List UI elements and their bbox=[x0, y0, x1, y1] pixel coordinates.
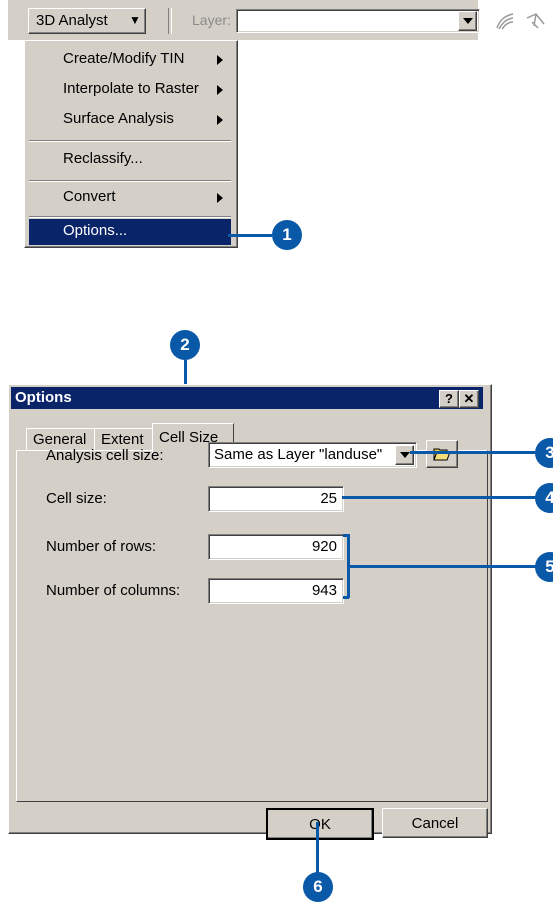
toolbar-separator bbox=[168, 8, 172, 34]
menu-item-label: Options... bbox=[63, 222, 128, 239]
layer-dropdown-button[interactable] bbox=[458, 11, 477, 31]
3d-analyst-dropdown-menu: Create/Modify TIN Interpolate to Raster … bbox=[24, 40, 238, 248]
menu-item-options[interactable]: Options... bbox=[29, 219, 231, 245]
analysis-cell-size-dropdown-button[interactable] bbox=[395, 445, 414, 465]
close-button[interactable]: ✕ bbox=[459, 390, 479, 408]
cancel-button[interactable]: Cancel bbox=[382, 808, 488, 838]
submenu-arrow-icon bbox=[217, 85, 223, 95]
cell-size-input[interactable]: 25 bbox=[208, 486, 344, 512]
columns-label: Number of columns: bbox=[46, 582, 181, 599]
callout-5: 5 bbox=[535, 552, 553, 582]
menu-item-create-modify-tin[interactable]: Create/Modify TIN bbox=[29, 45, 231, 75]
callout-5-line bbox=[349, 565, 540, 568]
submenu-arrow-icon bbox=[217, 115, 223, 125]
rows-input[interactable]: 920 bbox=[208, 534, 344, 560]
line-of-sight-tool-icon[interactable] bbox=[524, 10, 548, 32]
callout-4: 4 bbox=[535, 483, 553, 513]
rows-label: Number of rows: bbox=[46, 538, 157, 555]
callout-2: 2 bbox=[170, 330, 200, 360]
browse-button[interactable] bbox=[426, 440, 458, 468]
ok-label: OK bbox=[309, 816, 331, 833]
submenu-arrow-icon bbox=[217, 193, 223, 203]
callout-6-line bbox=[316, 822, 319, 878]
toolbar: 3D Analyst ▼ Layer: bbox=[8, 0, 545, 40]
3d-analyst-label: 3D Analyst bbox=[36, 12, 108, 29]
dialog-title: Options bbox=[15, 389, 72, 406]
submenu-arrow-icon bbox=[217, 55, 223, 65]
help-button[interactable]: ? bbox=[439, 390, 459, 408]
layer-select[interactable] bbox=[236, 9, 480, 33]
chevron-down-icon bbox=[463, 18, 473, 24]
layer-label: Layer: bbox=[192, 12, 231, 28]
analysis-cell-size-select[interactable]: Same as Layer "landuse" bbox=[208, 442, 417, 468]
callout-3-line bbox=[410, 451, 540, 454]
menu-item-surface-analysis[interactable]: Surface Analysis bbox=[29, 105, 231, 135]
chevron-down-icon bbox=[400, 452, 410, 458]
cancel-label: Cancel bbox=[411, 815, 459, 832]
columns-input[interactable]: 943 bbox=[208, 578, 344, 604]
dialog-titlebar: Options ? ✕ bbox=[11, 387, 483, 409]
menu-item-label: Interpolate to Raster bbox=[63, 80, 199, 97]
tab-label: Extent bbox=[101, 431, 144, 448]
callout-5-bracket-bottom bbox=[343, 596, 349, 599]
callout-4-line bbox=[342, 496, 540, 499]
cell-size-value: 25 bbox=[320, 490, 337, 507]
3d-analyst-menu-button[interactable]: 3D Analyst ▼ bbox=[28, 8, 146, 34]
menu-item-label: Convert bbox=[63, 188, 116, 205]
menu-separator bbox=[29, 180, 231, 182]
menu-item-convert[interactable]: Convert bbox=[29, 183, 231, 213]
callout-1: 1 bbox=[272, 220, 302, 250]
menu-separator bbox=[29, 140, 231, 142]
menu-item-label: Create/Modify TIN bbox=[63, 50, 185, 67]
menu-item-reclassify[interactable]: Reclassify... bbox=[29, 145, 231, 175]
analysis-cell-size-label: Analysis cell size: bbox=[46, 447, 164, 464]
tab-label: General bbox=[33, 431, 87, 448]
analysis-cell-size-value: Same as Layer "landuse" bbox=[214, 446, 383, 463]
dropdown-arrow-icon: ▼ bbox=[129, 13, 141, 27]
callout-6: 6 bbox=[303, 872, 333, 902]
contour-tool-icon[interactable] bbox=[494, 10, 516, 32]
callout-3: 3 bbox=[535, 438, 553, 468]
rows-value: 920 bbox=[311, 538, 337, 555]
cell-size-label: Cell size: bbox=[46, 490, 107, 507]
menu-separator bbox=[29, 216, 231, 218]
menu-item-label: Surface Analysis bbox=[63, 110, 174, 127]
menu-item-interpolate-to-raster[interactable]: Interpolate to Raster bbox=[29, 75, 231, 105]
columns-value: 943 bbox=[311, 582, 337, 599]
callout-1-line bbox=[228, 234, 272, 237]
menu-item-label: Reclassify... bbox=[63, 150, 143, 167]
ok-button[interactable]: OK bbox=[266, 808, 374, 840]
